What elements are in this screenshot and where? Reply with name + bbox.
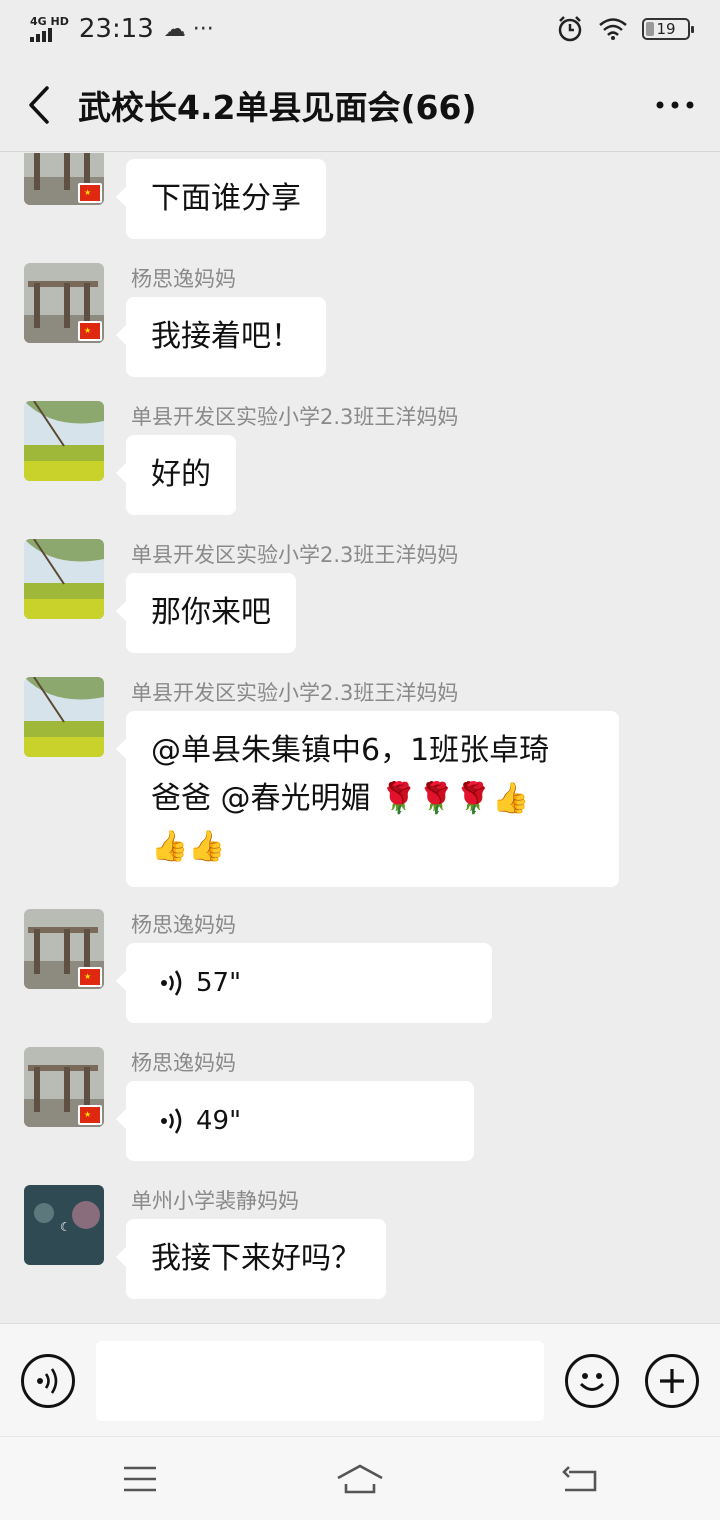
message-text-line: 爸爸 @春光明媚 🌹🌹🌹👍 bbox=[151, 775, 594, 823]
sender-name: 杨思逸妈妈 bbox=[131, 1051, 236, 1075]
network-type: 4G HD bbox=[30, 15, 69, 28]
sender-name: 单县开发区实验小学2.3班王洋妈妈 bbox=[131, 543, 459, 567]
message-item: ★ 下面谁分享 bbox=[24, 153, 704, 245]
alarm-icon bbox=[558, 16, 582, 42]
bridge-avatar-icon: ★ bbox=[24, 909, 104, 989]
menu-icon bbox=[124, 1466, 156, 1492]
svg-text:★: ★ bbox=[84, 326, 91, 335]
message-bubble[interactable]: 好的 bbox=[116, 435, 236, 515]
message-item: 单县开发区实验小学2.3班王洋妈妈 那你来吧 bbox=[24, 539, 704, 659]
bridge-avatar-icon: ★ bbox=[24, 153, 104, 205]
message-text: 爸爸 @春光明媚 bbox=[151, 781, 371, 816]
voice-message-bubble[interactable]: 49" bbox=[116, 1081, 474, 1161]
status-left: 4G HD 23:13 ☁ ··· bbox=[30, 14, 214, 44]
more-options-button[interactable] bbox=[630, 58, 720, 152]
voice-message-bubble[interactable]: 57" bbox=[116, 943, 492, 1023]
wifi-icon bbox=[599, 18, 627, 40]
system-nav-bar bbox=[0, 1436, 720, 1520]
message-list[interactable]: ★ 下面谁分享 ★ 杨思逸妈妈 我接着吧！ 单县开发区实验小学2.3班王洋妈妈 … bbox=[0, 153, 720, 1323]
plus-icon bbox=[660, 1369, 684, 1393]
sender-name: 单州小学裴静妈妈 bbox=[131, 1189, 299, 1213]
chat-title: 武校长4.2单县见面会(66) bbox=[78, 87, 477, 127]
message-text-line: @单县朱集镇中6，1班张卓琦 bbox=[151, 733, 550, 768]
smile-icon bbox=[579, 1373, 605, 1391]
svg-text:★: ★ bbox=[84, 188, 91, 197]
message-text: 下面谁分享 bbox=[151, 181, 301, 216]
message-item: ★ 杨思逸妈妈 49" bbox=[24, 1047, 704, 1167]
avatar[interactable]: ★ bbox=[24, 263, 104, 343]
voice-input-button[interactable] bbox=[21, 1354, 75, 1408]
field-avatar-icon bbox=[24, 539, 104, 619]
status-bar: 4G HD 23:13 ☁ ··· 19 bbox=[0, 0, 720, 58]
menu-button[interactable] bbox=[120, 1459, 160, 1499]
message-item: ★ 杨思逸妈妈 57" bbox=[24, 909, 704, 1029]
voice-duration: 49" bbox=[196, 1106, 242, 1136]
emoji-button[interactable] bbox=[565, 1354, 619, 1408]
message-bubble[interactable]: 下面谁分享 bbox=[116, 159, 326, 239]
avatar[interactable]: ★ bbox=[24, 1047, 104, 1127]
message-input[interactable] bbox=[96, 1341, 544, 1421]
field-avatar-icon bbox=[24, 677, 104, 757]
message-bubble[interactable]: @单县朱集镇中6，1班张卓琦 爸爸 @春光明媚 🌹🌹🌹👍 👍👍 bbox=[116, 711, 619, 887]
chevron-left-icon bbox=[29, 85, 49, 124]
back-nav-button[interactable] bbox=[560, 1459, 600, 1499]
voice-icon bbox=[37, 1368, 58, 1394]
message-item: 单县开发区实验小学2.3班王洋妈妈 @单县朱集镇中6，1班张卓琦 爸爸 @春光明… bbox=[24, 677, 704, 887]
thumbs-up-emoji: 👍👍 bbox=[151, 829, 226, 864]
message-item: 单县开发区实验小学2.3班王洋妈妈 好的 bbox=[24, 401, 704, 521]
battery-level: 19 bbox=[656, 20, 676, 38]
status-right: 19 bbox=[556, 15, 694, 43]
avatar[interactable]: ★ bbox=[24, 909, 104, 989]
voice-wave-icon bbox=[161, 1108, 182, 1134]
avatar[interactable] bbox=[24, 677, 104, 757]
message-bubble[interactable]: 我接着吧！ bbox=[116, 297, 326, 377]
voice-wave-icon bbox=[161, 970, 182, 996]
bridge-avatar-icon: ★ bbox=[24, 263, 104, 343]
night-avatar-icon: ☾ bbox=[24, 1185, 104, 1265]
svg-text:★: ★ bbox=[84, 1110, 91, 1119]
input-bar bbox=[0, 1323, 720, 1436]
notification-icons: ☁ ··· bbox=[163, 16, 214, 42]
chat-header: 武校长4.2单县见面会(66) bbox=[0, 58, 720, 152]
avatar[interactable] bbox=[24, 539, 104, 619]
message-text: 我接下来好吗？ bbox=[151, 1241, 361, 1276]
return-icon bbox=[562, 1466, 597, 1492]
voice-duration: 57" bbox=[196, 968, 242, 998]
sender-name: 杨思逸妈妈 bbox=[131, 913, 236, 937]
message-text: 那你来吧 bbox=[151, 595, 271, 630]
message-bubble[interactable]: 那你来吧 bbox=[116, 573, 296, 653]
sender-name: 单县开发区实验小学2.3班王洋妈妈 bbox=[131, 405, 459, 429]
clock: 23:13 bbox=[78, 14, 154, 44]
avatar[interactable] bbox=[24, 401, 104, 481]
more-actions-button[interactable] bbox=[645, 1354, 699, 1408]
field-avatar-icon bbox=[24, 401, 104, 481]
home-button[interactable] bbox=[336, 1459, 384, 1499]
message-bubble[interactable]: 我接下来好吗？ bbox=[116, 1219, 386, 1299]
back-button[interactable] bbox=[0, 58, 78, 152]
rose-thumbs-emoji: 🌹🌹🌹👍 bbox=[380, 781, 530, 816]
sender-name: 单县开发区实验小学2.3班王洋妈妈 bbox=[131, 681, 459, 705]
signal-icon: 4G HD bbox=[30, 16, 69, 42]
battery-icon: 19 bbox=[642, 18, 694, 40]
message-item: ★ 杨思逸妈妈 我接着吧！ bbox=[24, 263, 704, 383]
avatar[interactable]: ☾ bbox=[24, 1185, 104, 1265]
more-icon bbox=[656, 101, 694, 108]
message-item: ☾ 单州小学裴静妈妈 我接下来好吗？ bbox=[24, 1185, 704, 1305]
svg-text:☾: ☾ bbox=[60, 1220, 71, 1234]
home-icon bbox=[337, 1464, 383, 1494]
sender-name: 杨思逸妈妈 bbox=[131, 267, 236, 291]
bridge-avatar-icon: ★ bbox=[24, 1047, 104, 1127]
avatar[interactable]: ★ bbox=[24, 153, 104, 205]
message-text: 我接着吧！ bbox=[151, 319, 301, 354]
message-text: 好的 bbox=[151, 457, 211, 492]
svg-text:★: ★ bbox=[84, 972, 91, 981]
